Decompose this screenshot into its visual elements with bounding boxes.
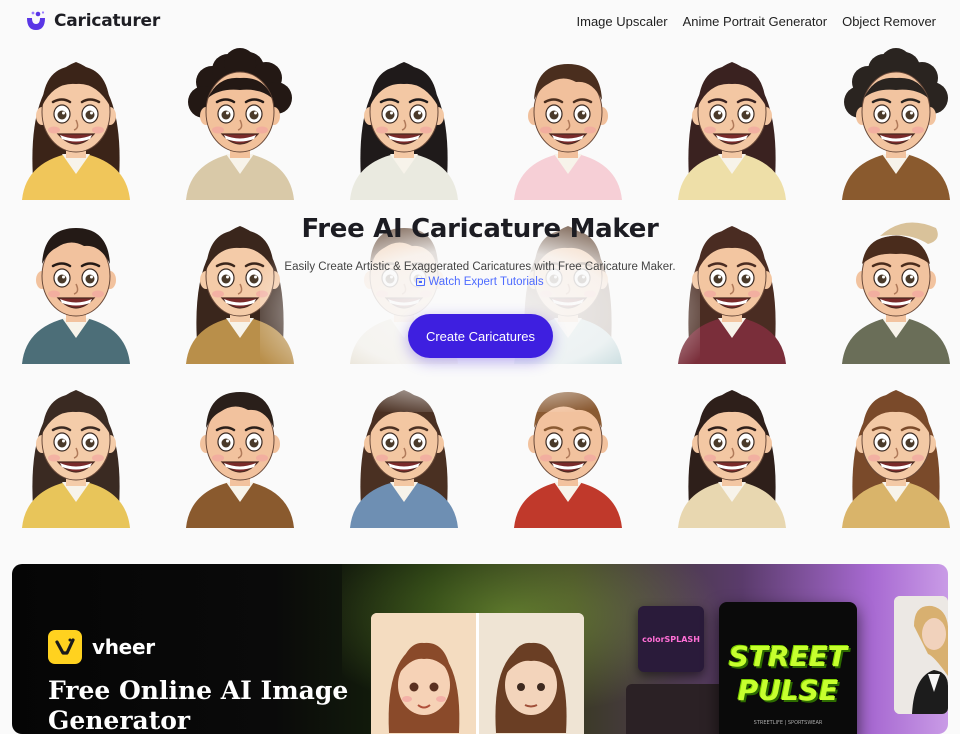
nav-link-object-remover[interactable]: Object Remover	[842, 14, 936, 29]
nav-link-image-upscaler[interactable]: Image Upscaler	[577, 14, 668, 29]
watch-tutorials-label: Watch Expert Tutorials	[428, 276, 544, 288]
video-icon	[416, 278, 426, 286]
main-nav: Image Upscaler Anime Portrait Generator …	[577, 14, 936, 29]
caricature-portrait	[824, 370, 960, 528]
caricature-portrait	[4, 42, 148, 200]
before-after-portrait-card	[371, 613, 584, 734]
colorsplash-label: colorSPLASH	[642, 634, 700, 644]
vheer-brand-name: vheer	[92, 635, 155, 659]
pulse-text: PULSE	[737, 674, 839, 707]
street-text: STREET	[728, 640, 848, 673]
caricature-portrait	[660, 42, 804, 200]
street-pulse-caption: STREETLIFE | SPORTSWEAR	[753, 720, 823, 726]
top-nav-bar: Caricaturer Image Upscaler Anime Portrai…	[0, 0, 960, 42]
brand-logo-link[interactable]: Caricaturer	[24, 9, 160, 33]
caricature-portrait	[824, 42, 960, 200]
dark-image-card	[626, 684, 726, 734]
watch-tutorials-link[interactable]: Watch Expert Tutorials	[416, 276, 544, 288]
caricature-portrait	[168, 42, 312, 200]
vheer-promo-banner[interactable]: vheer Free Online AI Image Generator col…	[12, 564, 948, 734]
caricature-portrait	[496, 42, 640, 200]
hero-subtitle: Easily Create Artistic & Exaggerated Car…	[284, 261, 676, 273]
caricaturer-logo-icon	[27, 11, 45, 30]
create-caricatures-button[interactable]: Create Caricatures	[408, 314, 553, 358]
portrait-photo-card	[894, 596, 948, 714]
caricature-portrait	[4, 370, 148, 528]
page-title: Free AI Caricature Maker	[301, 214, 659, 244]
caricature-portrait	[332, 42, 476, 200]
nav-link-anime-portrait-generator[interactable]: Anime Portrait Generator	[683, 14, 828, 29]
colorsplash-card: colorSPLASH	[638, 606, 704, 672]
street-pulse-card: STREET PULSE STREETLIFE | SPORTSWEAR	[719, 602, 857, 734]
brand-name: Caricaturer	[54, 11, 161, 31]
tutorial-link-row: Watch Expert Tutorials	[0, 276, 960, 288]
vheer-logo-icon	[48, 630, 82, 664]
banner-title: Free Online AI Image Generator	[48, 676, 349, 734]
